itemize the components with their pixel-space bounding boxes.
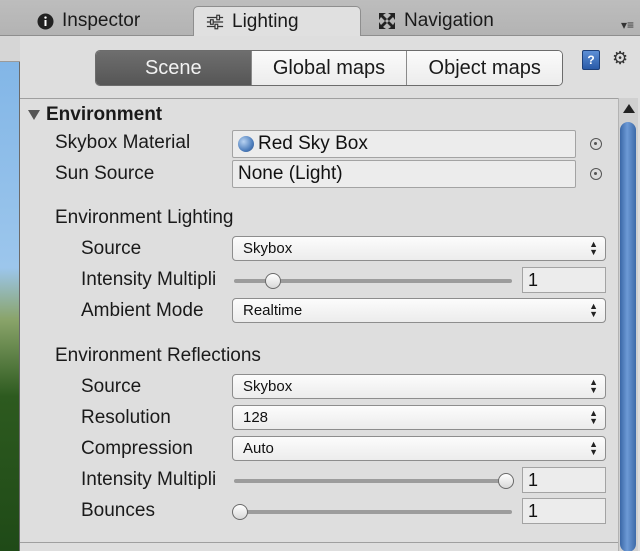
bounces-slider[interactable] bbox=[234, 510, 512, 514]
foldout-arrow-icon[interactable] bbox=[28, 110, 40, 120]
lighting-source-label: Source bbox=[81, 238, 142, 259]
scene-mode-button[interactable]: Scene bbox=[96, 51, 252, 85]
ambient-mode-dropdown[interactable]: Realtime ▲ ▼ bbox=[232, 298, 606, 323]
lighting-source-value: Skybox bbox=[243, 240, 293, 257]
material-sphere-icon bbox=[238, 136, 254, 152]
global-maps-button[interactable]: Global maps bbox=[251, 51, 408, 85]
sun-source-field[interactable]: None (Light) bbox=[232, 160, 576, 188]
lighting-source-dropdown[interactable]: Skybox ▲ ▼ bbox=[232, 236, 606, 261]
object-maps-button[interactable]: Object maps bbox=[407, 51, 562, 85]
tab-navigation[interactable]: Navigation bbox=[366, 6, 506, 36]
skybox-material-value: Red Sky Box bbox=[258, 133, 368, 154]
tab-bar: Inspector Lighting Navigation ▾≡ bbox=[0, 0, 640, 37]
dropdown-arrows-icon: ▲ ▼ bbox=[589, 408, 598, 426]
sliders-icon bbox=[206, 13, 224, 31]
tab-label: Inspector bbox=[62, 10, 141, 31]
dropdown-arrows-icon: ▲ ▼ bbox=[589, 439, 598, 457]
environment-lighting-header: Environment Lighting bbox=[55, 207, 234, 228]
skybox-material-label: Skybox Material bbox=[55, 132, 191, 153]
resolution-label: Resolution bbox=[81, 407, 171, 428]
resolution-value: 128 bbox=[243, 409, 269, 426]
mode-toolbar: Scene Global maps Object maps bbox=[95, 50, 563, 86]
environment-reflections-header: Environment Reflections bbox=[55, 345, 261, 366]
bounces-label: Bounces bbox=[81, 500, 155, 521]
ambient-mode-value: Realtime bbox=[243, 302, 303, 319]
lighting-intensity-label: Intensity Multipli bbox=[81, 269, 217, 290]
reflection-intensity-field[interactable]: 1 bbox=[522, 467, 606, 493]
divider bbox=[20, 542, 620, 543]
reflection-source-label: Source bbox=[81, 376, 142, 397]
navigation-icon bbox=[378, 12, 396, 30]
scroll-up-arrow-icon[interactable] bbox=[623, 104, 635, 113]
tab-inspector[interactable]: Inspector bbox=[24, 6, 152, 36]
tab-label: Lighting bbox=[232, 11, 299, 32]
bounces-field[interactable]: 1 bbox=[522, 498, 606, 524]
help-book-icon[interactable]: ? bbox=[582, 50, 600, 70]
lighting-panel: Scene Global maps Object maps ? ⚙ Enviro… bbox=[20, 36, 640, 551]
dropdown-arrows-icon: ▲ ▼ bbox=[589, 301, 598, 319]
tab-lighting[interactable]: Lighting bbox=[193, 6, 361, 37]
slider-thumb[interactable] bbox=[232, 504, 248, 520]
compression-value: Auto bbox=[243, 440, 274, 457]
settings-gear-icon[interactable]: ⚙ bbox=[612, 48, 628, 69]
divider bbox=[20, 98, 620, 99]
scene-view-cap bbox=[0, 36, 20, 62]
scene-view-edge bbox=[0, 36, 20, 551]
scrollbar-thumb[interactable] bbox=[620, 122, 636, 551]
object-picker-icon[interactable] bbox=[590, 138, 602, 150]
reflection-source-dropdown[interactable]: Skybox ▲ ▼ bbox=[232, 374, 606, 399]
tab-menu-icon[interactable]: ▾≡ bbox=[621, 18, 634, 32]
tab-label: Navigation bbox=[404, 10, 494, 31]
reflection-intensity-label: Intensity Multipli bbox=[81, 469, 217, 490]
compression-label: Compression bbox=[81, 438, 193, 459]
compression-dropdown[interactable]: Auto ▲ ▼ bbox=[232, 436, 606, 461]
reflection-intensity-slider[interactable] bbox=[234, 479, 512, 483]
ambient-mode-label: Ambient Mode bbox=[81, 300, 204, 321]
object-picker-icon[interactable] bbox=[590, 168, 602, 180]
vertical-scrollbar[interactable] bbox=[618, 98, 638, 551]
resolution-dropdown[interactable]: 128 ▲ ▼ bbox=[232, 405, 606, 430]
reflection-source-value: Skybox bbox=[243, 378, 293, 395]
info-icon bbox=[36, 12, 54, 30]
dropdown-arrows-icon: ▲ ▼ bbox=[589, 377, 598, 395]
environment-header[interactable]: Environment bbox=[46, 104, 162, 126]
slider-thumb[interactable] bbox=[498, 473, 514, 489]
sun-source-label: Sun Source bbox=[55, 163, 155, 184]
lighting-intensity-field[interactable]: 1 bbox=[522, 267, 606, 293]
slider-thumb[interactable] bbox=[265, 273, 282, 289]
dropdown-arrows-icon: ▲ ▼ bbox=[589, 239, 598, 257]
sun-source-value: None (Light) bbox=[238, 163, 343, 184]
skybox-material-field[interactable]: Red Sky Box bbox=[232, 130, 576, 158]
